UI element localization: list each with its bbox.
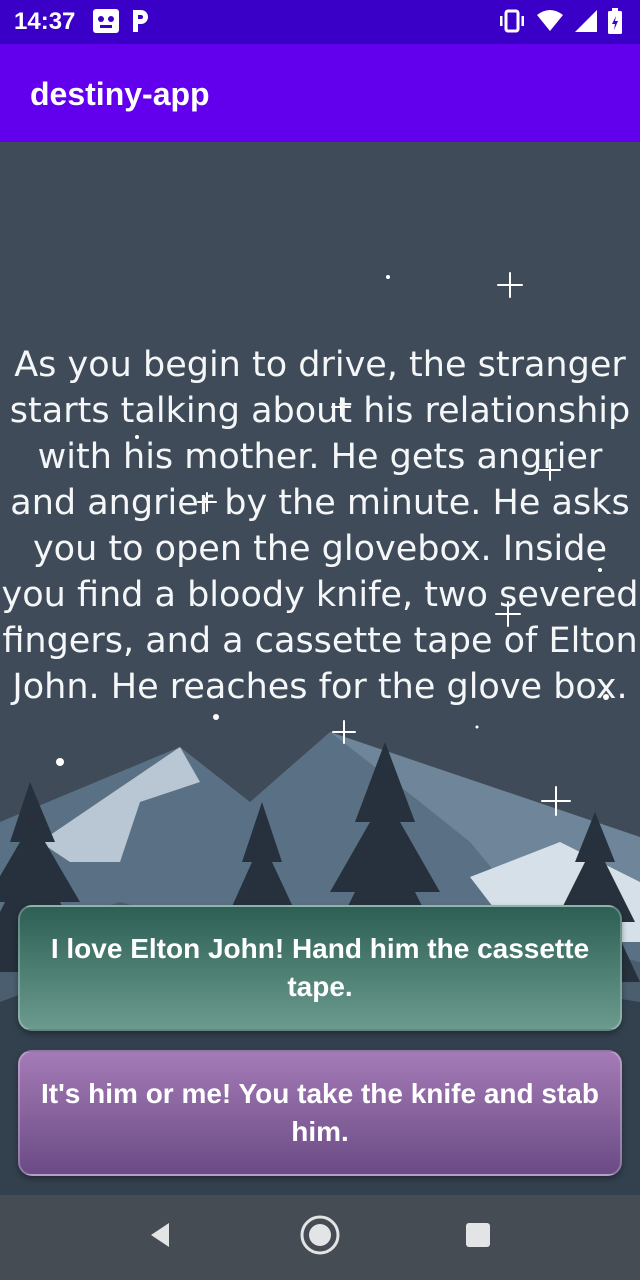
recents-button[interactable] xyxy=(454,1213,502,1261)
home-icon xyxy=(298,1213,342,1262)
choice-button-cassette[interactable]: I love Elton John! Hand him the cassette… xyxy=(18,905,622,1031)
back-icon xyxy=(145,1220,175,1255)
back-button[interactable] xyxy=(136,1213,184,1261)
status-right-icons xyxy=(498,8,622,39)
notification-app-icon xyxy=(92,8,120,39)
status-bar: 14:37 xyxy=(0,0,640,44)
recents-icon xyxy=(463,1220,493,1255)
signal-icon xyxy=(574,9,598,38)
status-time: 14:37 xyxy=(14,8,76,35)
battery-icon xyxy=(608,8,622,39)
choice-label: It's him or me! You take the knife and s… xyxy=(41,1078,599,1147)
story-scene: As you begin to drive, the stranger star… xyxy=(0,142,640,1195)
app-title: destiny-app xyxy=(30,76,210,112)
navigation-bar xyxy=(0,1195,640,1280)
story-text: As you begin to drive, the stranger star… xyxy=(1,345,639,707)
home-button[interactable] xyxy=(296,1213,344,1261)
status-left-icons xyxy=(92,8,150,39)
choice-button-knife[interactable]: It's him or me! You take the knife and s… xyxy=(18,1050,622,1176)
wifi-icon xyxy=(536,9,564,38)
app-bar: destiny-app xyxy=(0,44,640,142)
vibrate-icon xyxy=(498,9,526,38)
p-icon xyxy=(130,8,150,39)
choice-label: I love Elton John! Hand him the cassette… xyxy=(50,933,590,1002)
